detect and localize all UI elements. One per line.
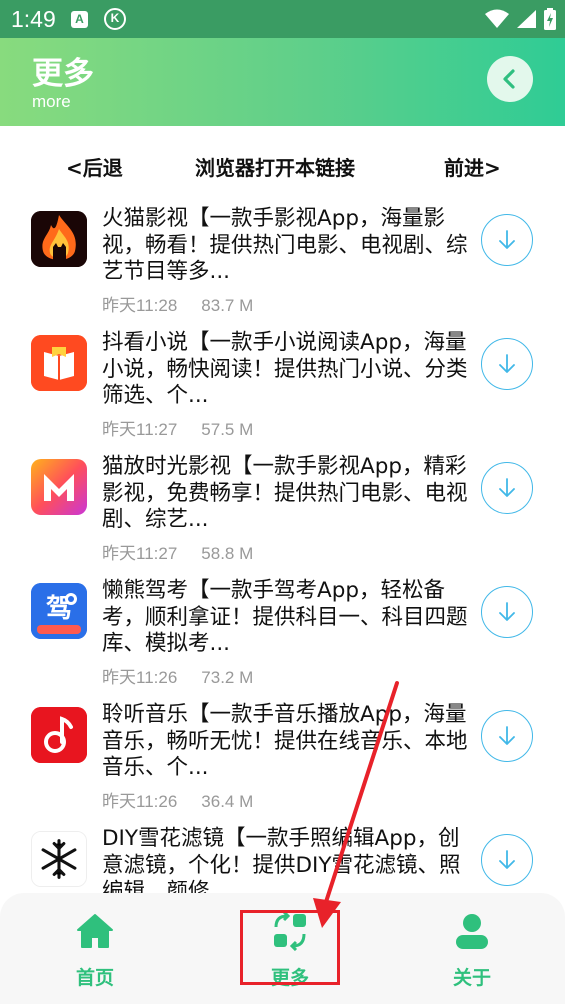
user-icon: [452, 911, 492, 951]
open-in-browser-link[interactable]: 浏览器打开本链接: [195, 152, 355, 181]
signal-icon: [517, 10, 536, 28]
app-meta: 昨天11:27 58.8 M: [102, 539, 253, 564]
list-item[interactable]: 驾 懒熊驾考【一款手驾考App，轻松备考，顺利拿证！提供科目一、科目四题库、模拟…: [0, 576, 565, 700]
nav-back-link[interactable]: <后退: [66, 152, 123, 181]
app-meta: 昨天11:26 36.4 M: [102, 787, 253, 812]
driving-exam-icon: 驾: [31, 583, 87, 639]
list-item[interactable]: 抖看小说【一款手小说阅读App，海量小说，畅快阅读！提供热门小说、分类筛选、个.…: [0, 328, 565, 452]
page-title: 更多: [32, 56, 94, 92]
app-time: 昨天11:28: [102, 296, 178, 315]
snowflake-icon: [31, 831, 87, 887]
app-description: 火猫影视【一款手影视App，海量影视，畅看！提供热门电影、电视剧、综艺节目等多.…: [102, 206, 468, 284]
app-size: 58.8 M: [201, 544, 254, 563]
app-description: 抖看小说【一款手小说阅读App，海量小说，畅快阅读！提供热门小说、分类筛选、个.…: [102, 330, 468, 408]
app-time: 昨天11:26: [102, 792, 178, 811]
status-time: 1:49: [11, 6, 56, 32]
download-arrow-icon: [499, 602, 515, 621]
app-time: 昨天11:27: [102, 420, 178, 439]
header: 更多 more: [0, 38, 565, 126]
download-arrow-icon: [499, 726, 515, 745]
app-meta: 昨天11:28 83.7 M: [102, 291, 253, 316]
fire-cat-icon: [31, 211, 87, 267]
app-size: 57.5 M: [201, 420, 254, 439]
tab-home[interactable]: 首页: [35, 893, 155, 1004]
app-time: 昨天11:26: [102, 668, 178, 687]
app-description: 猫放时光影视【一款手影视App，精彩影视，免费畅享！提供热门电影、电视剧、综艺.…: [102, 454, 468, 532]
download-arrow-icon: [499, 850, 515, 869]
notification-a-icon: A: [71, 11, 88, 28]
home-icon: [75, 911, 115, 951]
app-meta: 昨天11:26 73.2 M: [102, 663, 253, 688]
status-bar: 1:49 A K: [0, 0, 565, 38]
list-item[interactable]: 猫放时光影视【一款手影视App，精彩影视，免费畅享！提供热门电影、电视剧、综艺.…: [0, 452, 565, 576]
book-icon: [31, 335, 87, 391]
status-icons: [485, 8, 557, 30]
download-arrow-icon: [499, 230, 515, 249]
download-button[interactable]: [481, 214, 533, 266]
tab-label: 关于: [452, 967, 491, 989]
app-size: 36.4 M: [201, 792, 254, 811]
highlight-box: [240, 910, 340, 985]
tab-about[interactable]: 关于: [412, 893, 532, 1004]
app-size: 73.2 M: [201, 668, 254, 687]
download-button[interactable]: [481, 710, 533, 762]
music-note-icon: [31, 707, 87, 763]
download-arrow-icon: [499, 478, 515, 497]
download-button[interactable]: [481, 834, 533, 886]
m-logo-icon: [31, 459, 87, 515]
download-button[interactable]: [481, 586, 533, 638]
download-button[interactable]: [481, 462, 533, 514]
chevron-left-icon: [503, 69, 515, 89]
notification-k-icon: K: [104, 8, 126, 30]
download-arrow-icon: [499, 354, 515, 373]
battery-icon: [544, 8, 556, 30]
page-subtitle: more: [32, 92, 71, 111]
app-size: 83.7 M: [201, 296, 254, 315]
list-item[interactable]: 火猫影视【一款手影视App，海量影视，畅看！提供热门电影、电视剧、综艺节目等多.…: [0, 204, 565, 328]
app-description: 懒熊驾考【一款手驾考App，轻松备考，顺利拿证！提供科目一、科目四题库、模拟考.…: [102, 578, 468, 656]
browser-nav: <后退 浏览器打开本链接 前进>: [0, 126, 565, 204]
tab-label: 首页: [75, 967, 114, 989]
app-description: 聆听音乐【一款手音乐播放App，海量音乐，畅听无忧！提供在线音乐、本地音乐、个.…: [102, 702, 468, 780]
nav-forward-link[interactable]: 前进>: [444, 152, 501, 181]
list-item[interactable]: 聆听音乐【一款手音乐播放App，海量音乐，畅听无忧！提供在线音乐、本地音乐、个.…: [0, 700, 565, 824]
app-meta: 昨天11:27 57.5 M: [102, 415, 253, 440]
download-button[interactable]: [481, 338, 533, 390]
wifi-icon: [485, 9, 509, 28]
back-button[interactable]: [487, 56, 533, 102]
app-time: 昨天11:27: [102, 544, 178, 563]
